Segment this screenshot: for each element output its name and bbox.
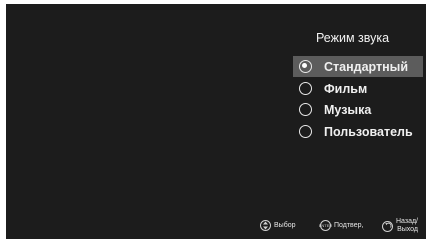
option-user[interactable]: Пользователь xyxy=(293,121,423,142)
hint-back-line2: Выход xyxy=(397,226,419,233)
tv-screen: Режим звука Стандартный Фильм Музыка Пол… xyxy=(6,4,426,239)
hint-confirm: ENTER Подтвер, xyxy=(319,220,364,231)
hint-confirm-label: Подтвер, xyxy=(334,221,364,229)
option-movie[interactable]: Фильм xyxy=(293,78,423,99)
updown-icon xyxy=(260,220,271,231)
hint-back-label: Назад/ Выход xyxy=(396,218,418,234)
option-label: Фильм xyxy=(324,81,368,96)
option-label: Стандартный xyxy=(324,59,409,74)
hint-back: Назад/ Выход xyxy=(382,218,418,234)
option-label: Музыка xyxy=(324,102,372,117)
option-standard[interactable]: Стандартный xyxy=(293,56,423,77)
menu-title: Режим звука xyxy=(316,31,390,45)
enter-icon: ENTER xyxy=(319,220,332,231)
radio-icon xyxy=(299,103,312,116)
hint-back-line1: Назад/ xyxy=(396,218,419,225)
option-music[interactable]: Музыка xyxy=(293,99,423,120)
hint-select: Выбор xyxy=(260,220,296,231)
hint-select-label: Выбор xyxy=(274,221,296,229)
back-icon xyxy=(382,220,393,232)
radio-icon xyxy=(299,125,312,138)
radio-selected-icon xyxy=(299,60,312,73)
radio-icon xyxy=(299,82,312,95)
option-label: Пользователь xyxy=(324,124,413,139)
